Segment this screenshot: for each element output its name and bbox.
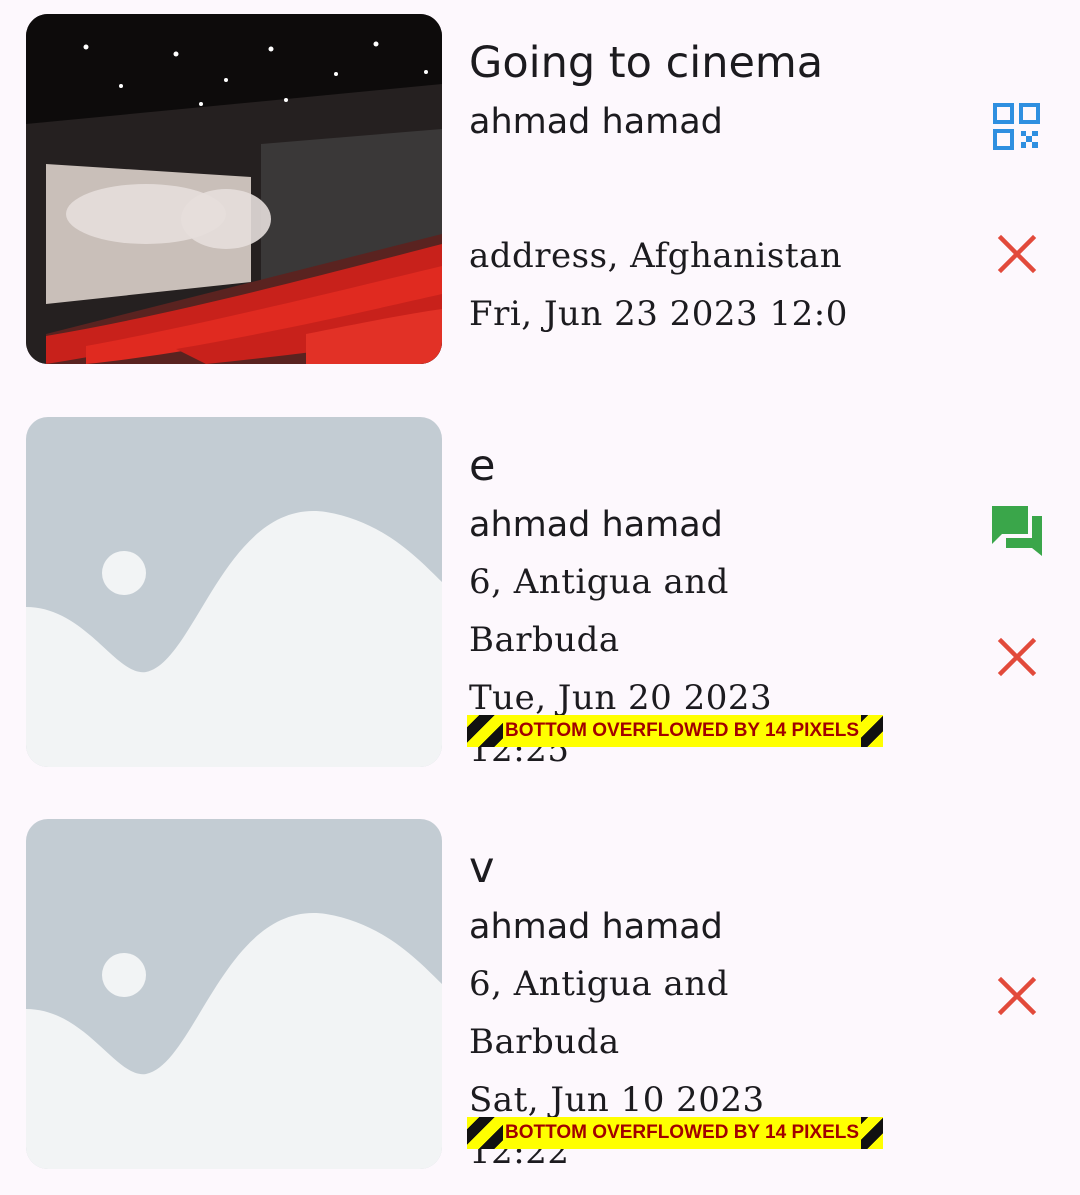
event-title: e xyxy=(469,441,496,491)
event-date-line1: Tue, Jun 20 2023 xyxy=(469,678,773,718)
event-date-line1: Sat, Jun 10 2023 xyxy=(469,1080,765,1120)
close-icon[interactable] xyxy=(997,976,1037,1016)
event-title: Going to cinema xyxy=(469,38,824,88)
image-placeholder xyxy=(26,417,442,767)
close-icon[interactable] xyxy=(997,637,1037,677)
event-card[interactable]: v ahmad hamad 6, Antigua and Barbuda Sat… xyxy=(0,819,1080,1189)
event-image xyxy=(26,14,442,364)
overflow-warning-banner: BOTTOM OVERFLOWED BY 14 PIXELS xyxy=(467,1117,883,1149)
event-image xyxy=(26,417,442,767)
event-author: ahmad hamad xyxy=(469,907,723,947)
event-title: v xyxy=(469,843,495,893)
close-icon[interactable] xyxy=(997,234,1037,274)
event-address: address, Afghanistan xyxy=(469,236,843,276)
cinema-photo xyxy=(26,14,442,364)
event-info: Going to cinema ahmad hamad address, Afg… xyxy=(469,14,969,384)
event-author: ahmad hamad xyxy=(469,505,723,545)
event-address-line2: Barbuda xyxy=(469,1022,620,1062)
event-address-line1: 6, Antigua and xyxy=(469,562,729,602)
event-author: ahmad hamad xyxy=(469,102,723,142)
event-date: Fri, Jun 23 2023 12:0 xyxy=(469,294,848,334)
qr-code-icon[interactable] xyxy=(992,102,1042,152)
overflow-warning-text: BOTTOM OVERFLOWED BY 14 PIXELS xyxy=(503,715,862,747)
event-card[interactable]: e ahmad hamad 6, Antigua and Barbuda Tue… xyxy=(0,417,1080,787)
event-address-line2: Barbuda xyxy=(469,620,620,660)
overflow-warning-text: BOTTOM OVERFLOWED BY 14 PIXELS xyxy=(503,1117,862,1149)
event-card[interactable]: Going to cinema ahmad hamad address, Afg… xyxy=(0,14,1080,384)
image-placeholder xyxy=(26,819,442,1169)
event-image xyxy=(26,819,442,1169)
overflow-warning-banner: BOTTOM OVERFLOWED BY 14 PIXELS xyxy=(467,715,883,747)
event-address-line1: 6, Antigua and xyxy=(469,964,729,1004)
chat-icon[interactable] xyxy=(990,504,1044,556)
